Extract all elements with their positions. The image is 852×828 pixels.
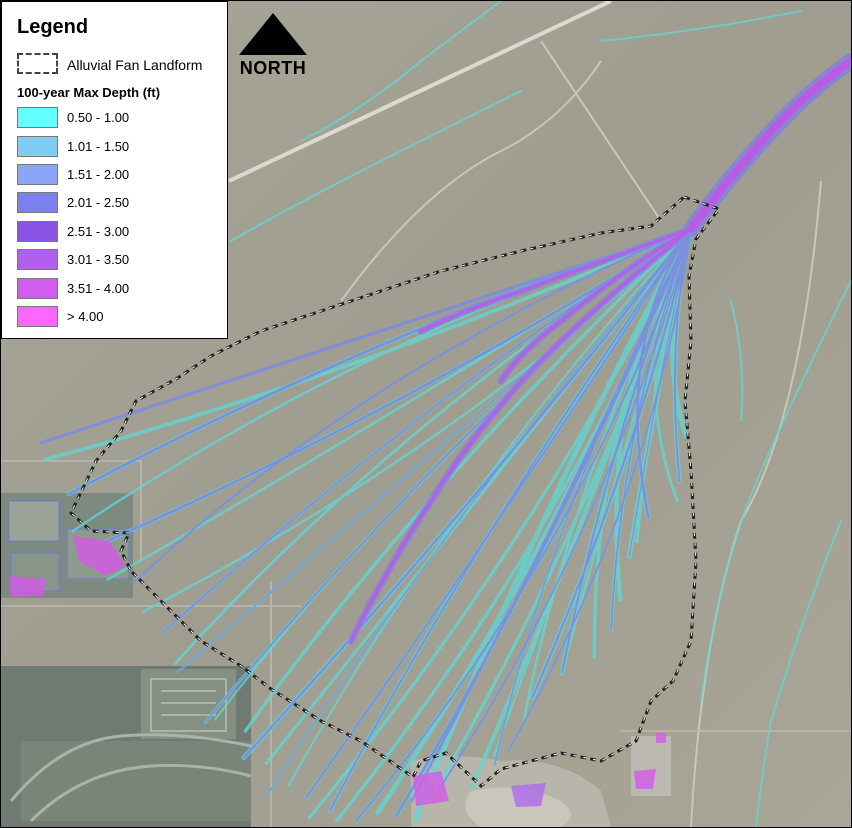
depth-class-row: 3.01 - 3.50	[17, 249, 217, 271]
depth-class-swatch	[17, 221, 58, 242]
alluvial-fan-swatch	[17, 53, 58, 74]
depth-class-label: 1.01 - 1.50	[67, 139, 130, 154]
depth-legend-title: 100-year Max Depth (ft)	[17, 85, 161, 100]
residential-area-south	[1, 666, 252, 827]
depth-class-swatch	[17, 107, 58, 128]
depth-class-label: 0.50 - 1.00	[67, 110, 130, 125]
depth-class-row: > 4.00	[17, 306, 217, 328]
depth-class-swatch	[17, 249, 58, 270]
depth-class-label: > 4.00	[67, 309, 104, 324]
depth-class-row: 1.01 - 1.50	[17, 136, 217, 158]
depth-class-row: 2.01 - 2.50	[17, 192, 217, 214]
depth-class-row: 1.51 - 2.00	[17, 164, 217, 186]
map-frame[interactable]: NORTH Legend Alluvial Fan Landform 100-y…	[0, 0, 852, 828]
depth-class-label: 2.51 - 3.00	[67, 224, 130, 239]
depth-class-label: 2.01 - 2.50	[67, 195, 130, 210]
map-legend: Legend Alluvial Fan Landform 100-year Ma…	[1, 1, 228, 339]
depth-class-swatch	[17, 136, 58, 157]
depth-class-swatch	[17, 278, 58, 299]
depth-class-row: 3.51 - 4.00	[17, 278, 217, 300]
depth-class-label: 1.51 - 2.00	[67, 167, 130, 182]
depth-class-swatch	[17, 164, 58, 185]
depth-class-label: 3.01 - 3.50	[67, 252, 130, 267]
depth-class-label: 3.51 - 4.00	[67, 281, 130, 296]
north-label: NORTH	[239, 58, 307, 78]
depth-class-swatch	[17, 192, 58, 213]
alluvial-fan-label: Alluvial Fan Landform	[67, 57, 203, 73]
depth-class-swatch	[17, 306, 58, 327]
depth-class-row: 2.51 - 3.00	[17, 221, 217, 243]
depth-class-row: 0.50 - 1.00	[17, 107, 217, 129]
legend-title: Legend	[17, 16, 89, 38]
